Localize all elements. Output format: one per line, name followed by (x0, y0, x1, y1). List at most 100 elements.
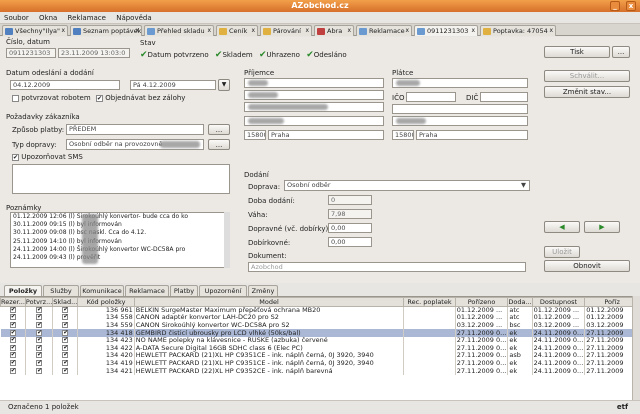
table-row[interactable]: ✔ ✔ ✔ 134 418 GEMBIRD čisticí ubrousky pro L… (0, 329, 640, 337)
close-icon[interactable]: x (347, 26, 351, 36)
cell-porizeno[interactable]: 01.12.2009 ... (455, 314, 509, 322)
platce-city-field[interactable]: Praha (416, 130, 528, 140)
row-checkbox[interactable]: ✔ (52, 336, 79, 345)
cell-model[interactable]: HEWLETT PACKARD (21)XL HP C9351CE - ink.… (134, 352, 405, 360)
cell-dostupnost[interactable]: 01.12.2009 ... (532, 314, 586, 322)
stav-datum-potvrzeno[interactable]: Datum potvrzeno (148, 51, 209, 59)
row-checkbox[interactable]: ✔ (25, 321, 54, 330)
row-checkbox[interactable]: ✔ (52, 352, 79, 360)
prijemce-city-field[interactable]: Praha (268, 130, 384, 140)
cell-model[interactable]: HEWLETT PACKARD (22)XL HP C9352CE - ink.… (134, 367, 405, 375)
obnovit-button[interactable]: Obnovit (544, 260, 630, 272)
tisk-button[interactable]: Tisk (544, 46, 610, 58)
arrow-left-icon[interactable]: ◀ (544, 221, 580, 233)
prijemce-psc-field[interactable]: 15800 (244, 130, 266, 140)
row-checkbox[interactable]: ✔ (0, 336, 26, 345)
cell-porizeno[interactable]: 27.11.2009 0... (455, 359, 509, 368)
cell-dostupnost[interactable]: 24.11.2009 0... (532, 336, 586, 345)
vaha-field[interactable]: 7,98 (328, 209, 372, 219)
tab-prehled-skladu[interactable]: Přehled skladu x (144, 25, 214, 36)
tab-platby[interactable]: Platby (170, 285, 198, 296)
zpusob-platby-browse-button[interactable]: ... (208, 124, 230, 135)
close-icon[interactable]: x (61, 26, 65, 36)
order-date-field[interactable]: 23.11.2009 13:03:0 (58, 48, 130, 58)
row-checkbox[interactable]: ✔ (0, 329, 26, 337)
doba-dodani-field[interactable]: 0 (328, 195, 372, 205)
row-checkbox[interactable]: ✔ (52, 329, 79, 337)
close-icon[interactable]: x (549, 26, 553, 36)
tab-polozky[interactable]: Položky (4, 285, 42, 296)
close-icon[interactable]: x (305, 26, 309, 36)
row-checkbox[interactable]: ✔ (52, 321, 79, 330)
cell-code[interactable]: 134 422 (77, 344, 135, 353)
close-icon[interactable]: x (251, 26, 255, 36)
cell-dostupnost[interactable]: 01.12.2009 ... (532, 306, 586, 315)
zmenit-stav-button[interactable]: Změnit stav... (544, 86, 630, 98)
minimize-icon[interactable]: _ (610, 1, 620, 11)
table-scrollbar[interactable] (632, 296, 640, 400)
close-icon[interactable]: x (135, 26, 139, 36)
table-row[interactable]: ✔ ✔ ✔ 134 558 CANON adaptér konvertor LAH-DC… (0, 314, 640, 322)
tab-order-0911231303[interactable]: 0911231303 x (414, 25, 478, 36)
cell-model[interactable]: HEWLETT PACKARD (21)XL HP C9351CE - ink.… (134, 359, 405, 368)
platce-contact-field[interactable] (392, 104, 528, 114)
cell-code[interactable]: 134 419 (77, 359, 135, 368)
cell-porizeno[interactable]: 27.11.2009 0... (455, 329, 509, 337)
tab-poptavka-47054[interactable]: Poptavka: 47054 x (480, 25, 556, 36)
cell-rec[interactable] (403, 344, 456, 353)
cell-code[interactable]: 134 418 (77, 329, 135, 337)
row-checkbox[interactable]: ✔ (0, 306, 26, 315)
cell-porizeno[interactable]: 27.11.2009 0... (455, 336, 509, 345)
platce-psc-field[interactable]: 15800 (392, 130, 414, 140)
row-checkbox[interactable]: ✔ (0, 352, 26, 360)
table-row[interactable]: ✔ ✔ ✔ 134 421 HEWLETT PACKARD (22)XL HP C935… (0, 367, 640, 375)
cell-doda[interactable]: atc (507, 306, 533, 315)
cell-porizeno[interactable]: 27.11.2009 0... (455, 344, 509, 353)
col-rezervace[interactable]: Rezer... (0, 297, 26, 307)
odeslani-field[interactable]: 04.12.2009 (10, 80, 120, 90)
cell-rec[interactable] (403, 367, 456, 375)
col-model[interactable]: Model (133, 297, 405, 307)
arrow-right-icon[interactable]: ▶ (584, 221, 620, 233)
sms-text-area[interactable] (12, 164, 230, 194)
tab-parovani[interactable]: Párování x (260, 25, 312, 36)
table-row[interactable]: ✔ ✔ ✔ 134 422 A-DATA Secure Digital 16GB SDH… (0, 344, 640, 353)
doprava-select[interactable]: Osobní odběr ▼ (284, 180, 530, 191)
col-kod[interactable]: Kód položky (77, 297, 135, 307)
cell-doda[interactable]: atc (507, 314, 533, 322)
cell-dostupnost[interactable]: 24.11.2009 0... (532, 352, 586, 360)
row-checkbox[interactable]: ✔ (25, 344, 54, 353)
cell-porizeno[interactable]: 27.11.2009 0... (455, 352, 509, 360)
poznamky-scrollbar[interactable] (224, 212, 230, 268)
row-checkbox[interactable]: ✔ (0, 314, 26, 322)
cell-dostupnost[interactable]: 24.11.2009 0... (532, 359, 586, 368)
cell-model[interactable]: A-DATA Secure Digital 16GB SDHC class 6 … (134, 344, 405, 353)
row-checkbox[interactable]: ✔ (0, 344, 26, 353)
dodani-note-field[interactable]: Azobchod (248, 262, 526, 272)
col-dodavatel[interactable]: Doda... (507, 297, 533, 307)
dopravne-field[interactable]: 0,00 (328, 223, 372, 233)
row-checkbox[interactable]: ✔ (0, 359, 26, 368)
tab-abra[interactable]: Abra x (314, 25, 354, 36)
calendar-icon[interactable]: ▼ (218, 79, 230, 91)
potvrzovat-robotem-checkbox[interactable]: potvrzovat robotem (12, 94, 91, 102)
tab-upozorneni[interactable]: Upozornění (199, 285, 247, 296)
row-checkbox[interactable]: ✔ (25, 367, 54, 375)
tab-sluzby[interactable]: Služby (43, 285, 79, 296)
table-row[interactable]: ✔ ✔ ✔ 134 559 CANON Širokoúhlý konvertor WC-… (0, 321, 640, 330)
row-checkbox[interactable]: ✔ (0, 321, 26, 330)
col-dostupnost[interactable]: Dostupnost (531, 297, 586, 307)
row-checkbox[interactable]: ✔ (25, 352, 54, 360)
stav-odeslano[interactable]: Odesláno (314, 51, 347, 59)
cell-model[interactable]: CANON Širokoúhlý konvertor WC-DC58A pro … (134, 321, 405, 330)
row-checkbox[interactable]: ✔ (25, 359, 54, 368)
tab-reklamace[interactable]: Reklamace x (356, 25, 412, 36)
close-window-icon[interactable]: x (626, 1, 636, 11)
cell-rec[interactable] (403, 352, 456, 360)
close-icon[interactable]: x (207, 26, 211, 36)
cell-dostupnost[interactable]: 03.12.2009 ... (532, 321, 586, 330)
tab-cenik[interactable]: Ceník x (216, 25, 258, 36)
menu-reklamace[interactable]: Reklamace (64, 12, 110, 24)
close-icon[interactable]: x (405, 26, 409, 36)
cell-doda[interactable]: asb (507, 352, 533, 360)
